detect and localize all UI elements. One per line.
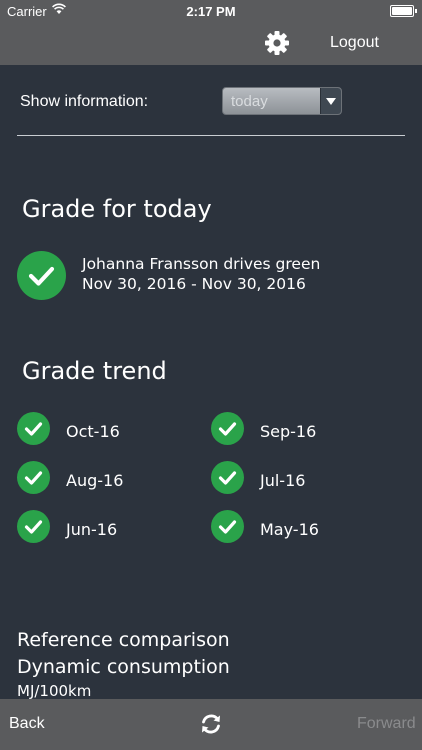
trend-month-label: Sep-16 [260, 422, 317, 441]
forward-button[interactable]: Forward [357, 715, 416, 733]
check-icon [17, 251, 66, 300]
trend-month-label: Oct-16 [66, 422, 120, 441]
check-icon [211, 412, 244, 445]
battery-icon [390, 5, 417, 17]
trend-month-label: Jun-16 [66, 520, 118, 539]
divider [17, 135, 405, 136]
gear-icon[interactable] [264, 30, 290, 56]
chevron-down-icon [320, 88, 341, 114]
clock: 2:17 PM [186, 4, 236, 19]
refresh-icon[interactable] [199, 712, 223, 736]
check-icon [211, 461, 244, 494]
show-information-label: Show information: [20, 93, 149, 110]
logout-button[interactable]: Logout [330, 34, 379, 52]
driver-grade-text: Johanna Fransson drives green [82, 255, 321, 273]
check-icon [17, 510, 50, 543]
back-button[interactable]: Back [9, 715, 45, 733]
check-icon [211, 510, 244, 543]
top-navigation-bar: Carrier 2:17 PM Logout [0, 0, 422, 65]
grade-today-title: Grade for today [22, 195, 212, 223]
trend-month-label: Aug-16 [66, 471, 124, 490]
trend-month-label: May-16 [260, 520, 319, 539]
period-select-value: today [231, 93, 268, 110]
dynamic-consumption-heading: Dynamic consumption [17, 656, 230, 678]
grade-trend-title: Grade trend [22, 357, 167, 385]
check-icon [17, 412, 50, 445]
consumption-unit-label: MJ/100km [17, 682, 92, 700]
status-bar: Carrier 2:17 PM [0, 0, 422, 22]
bottom-toolbar: Back Forward [0, 699, 422, 750]
reference-comparison-heading: Reference comparison [17, 629, 230, 651]
grade-date-range: Nov 30, 2016 - Nov 30, 2016 [82, 275, 306, 293]
trend-month-label: Jul-16 [260, 471, 306, 490]
period-select[interactable]: today [222, 87, 342, 115]
check-icon [17, 461, 50, 494]
